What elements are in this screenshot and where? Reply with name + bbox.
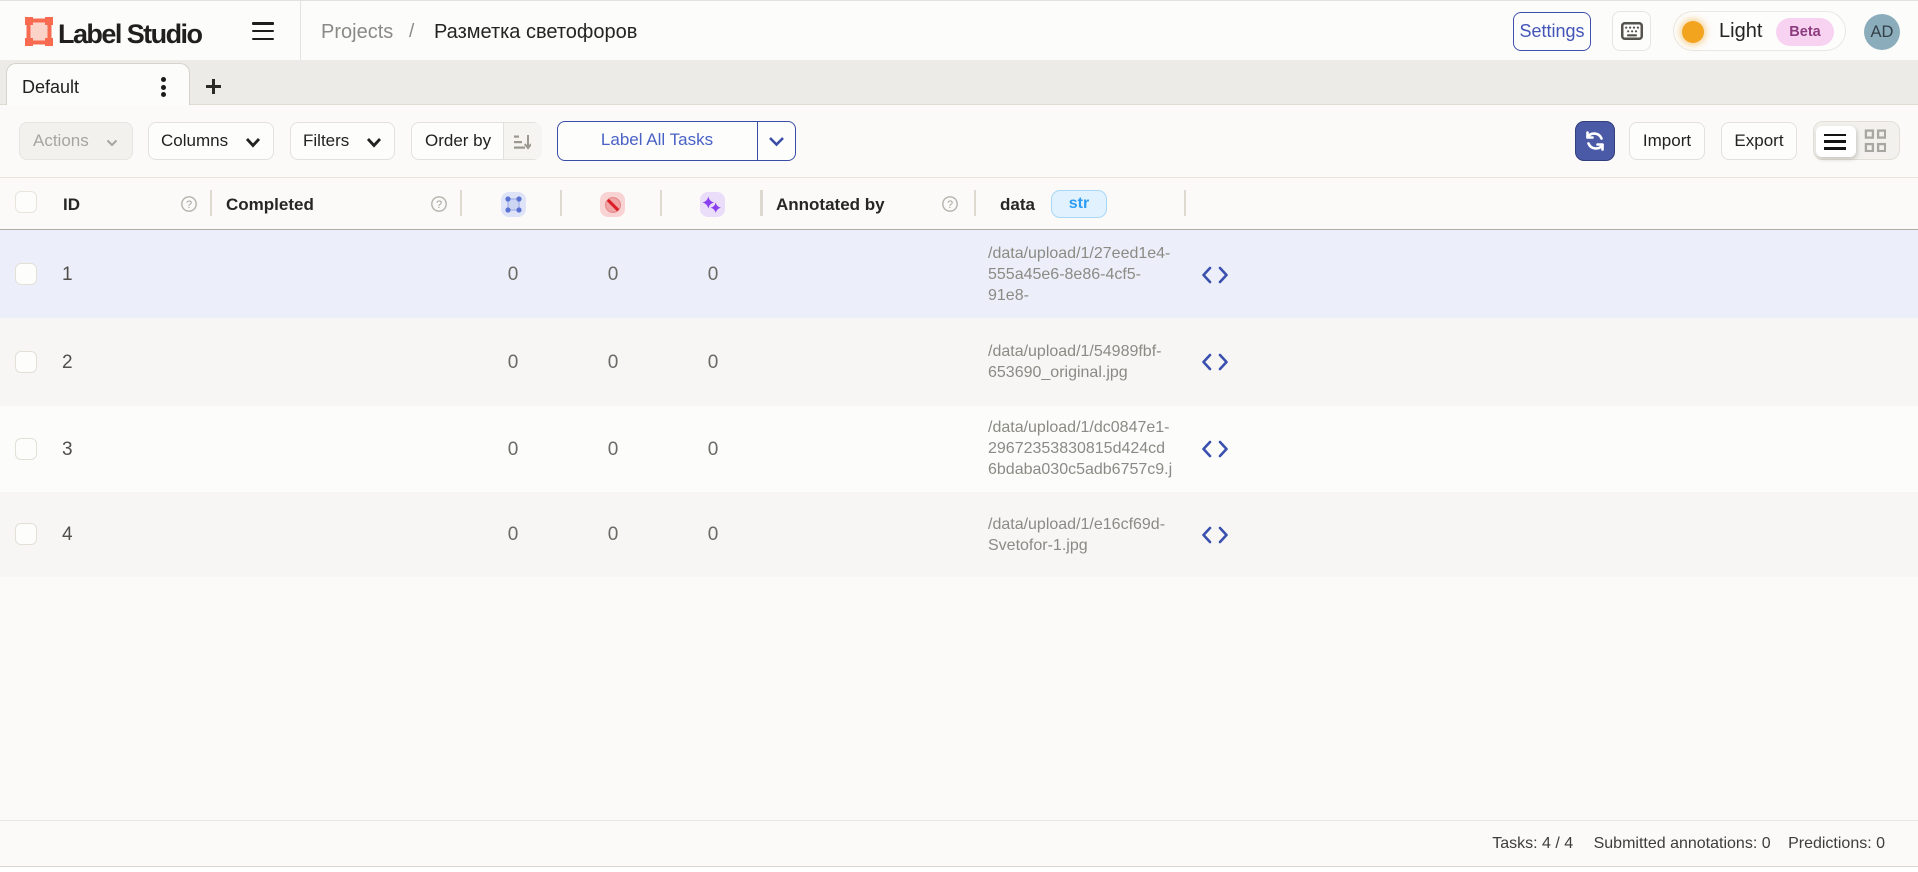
svg-text:?: ?: [436, 199, 442, 211]
svg-text:?: ?: [186, 199, 192, 211]
svg-text:?: ?: [947, 199, 953, 211]
